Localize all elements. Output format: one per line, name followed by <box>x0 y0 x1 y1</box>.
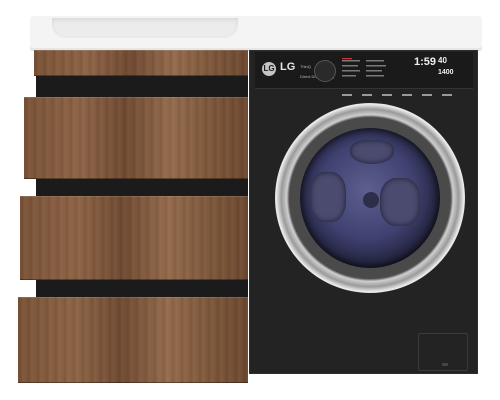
drawer-bottom[interactable] <box>18 297 248 383</box>
brand-label: LG <box>280 61 296 73</box>
drum-paddle-right <box>380 178 420 226</box>
cabinet-top-panel <box>34 50 248 76</box>
sink-basin <box>52 18 238 38</box>
button-4[interactable] <box>402 94 412 96</box>
drum-paddle-left <box>310 172 346 222</box>
button-5[interactable] <box>422 94 432 96</box>
status-display: 1:59 40 1400 <box>398 56 460 80</box>
button-1[interactable] <box>342 94 352 96</box>
button-3[interactable] <box>382 94 392 96</box>
display-spin: 1400 <box>438 69 454 76</box>
program-dial[interactable] <box>314 60 336 82</box>
drum-center <box>363 192 379 208</box>
control-button-row <box>342 94 452 96</box>
filter-hatch-handle <box>442 363 448 366</box>
drawer-top[interactable] <box>24 97 248 179</box>
control-buttons <box>340 84 470 96</box>
drawer-middle[interactable] <box>20 196 248 280</box>
program-list-lines <box>342 58 386 77</box>
drum-paddle-top <box>350 140 394 164</box>
program-list <box>340 58 392 82</box>
sub-brand-label: ThinQ <box>300 64 311 69</box>
display-temperature: 40 <box>438 56 447 65</box>
lg-logo-icon: LG <box>262 62 276 76</box>
button-2[interactable] <box>362 94 372 96</box>
button-6[interactable] <box>442 94 452 96</box>
display-time: 1:59 <box>414 56 437 68</box>
